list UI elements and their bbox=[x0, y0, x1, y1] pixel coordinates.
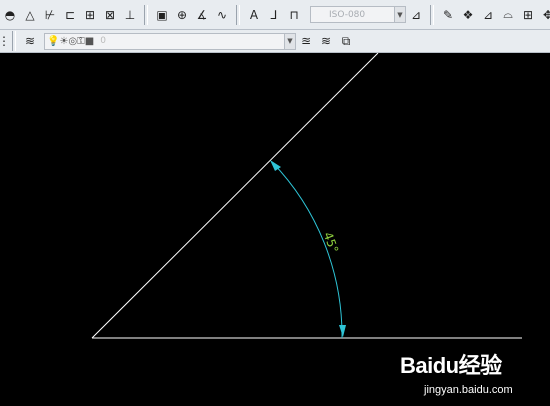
baidu-logo: Baidu经验 bbox=[400, 353, 502, 378]
toolbar-separator bbox=[236, 4, 240, 25]
layer-name: 0 bbox=[100, 36, 106, 46]
layer-state-icons: 💡☀◎⚿■ bbox=[47, 35, 95, 47]
layer-properties-icon[interactable]: ≋ bbox=[21, 32, 39, 50]
layer-manager-icon[interactable]: ≊ bbox=[297, 32, 315, 50]
jogged-dim-icon[interactable]: ∿ bbox=[213, 6, 231, 24]
dim-style-icon[interactable]: ⊓ bbox=[285, 6, 303, 24]
erase-icon[interactable]: ✎ bbox=[439, 6, 457, 24]
dimstyle-select[interactable]: ISO-080 ▼ bbox=[310, 6, 406, 23]
dimension-linear-icon[interactable]: ⊬ bbox=[41, 6, 59, 24]
tolerance-icon[interactable]: ▣ bbox=[153, 6, 171, 24]
watermark-url: jingyan.baidu.com bbox=[424, 384, 513, 396]
mirror-icon[interactable]: ⊿ bbox=[479, 6, 497, 24]
ellipse-arc-icon[interactable]: ◓ bbox=[1, 6, 19, 24]
dimension-baseline-icon[interactable]: ⊞ bbox=[81, 6, 99, 24]
dimension-continue-icon[interactable]: ⊠ bbox=[101, 6, 119, 24]
chevron-down-icon[interactable]: ▼ bbox=[394, 7, 405, 22]
angular-dim-icon[interactable]: ∡ bbox=[193, 6, 211, 24]
dimension-center-icon[interactable]: ⊥ bbox=[121, 6, 139, 24]
toolbar-separator bbox=[12, 31, 16, 51]
center-mark-icon[interactable]: ⊕ bbox=[173, 6, 191, 24]
toolbar-separator bbox=[430, 4, 434, 25]
array-icon[interactable]: ⊞ bbox=[519, 6, 537, 24]
layer-previous-icon[interactable]: ⧉ bbox=[337, 32, 355, 50]
move-icon[interactable]: ✥ bbox=[539, 6, 550, 24]
toolbar-separator bbox=[144, 4, 148, 25]
chevron-down-icon[interactable]: ▼ bbox=[284, 33, 295, 49]
dim-edit-icon[interactable]: ⅃ bbox=[265, 6, 283, 24]
make-current-icon[interactable]: ≋ bbox=[317, 32, 335, 50]
dimstyle-value: ISO-080 bbox=[329, 9, 366, 20]
toolbar-grip-icon[interactable]: ⋮ bbox=[0, 32, 10, 50]
dimension-aligned-icon[interactable]: ⊏ bbox=[61, 6, 79, 24]
text-icon[interactable]: A bbox=[245, 6, 263, 24]
dim-update-icon[interactable]: ⊿ bbox=[407, 6, 425, 24]
layers-toolbar: ⋮ ≋ 💡☀◎⚿■ 0 ▼ ≊ ≋ ⧉ bbox=[0, 30, 550, 53]
baidu-watermark: Baidu经验 jingyan.baidu.com bbox=[398, 348, 548, 404]
dimension-toolbar: ◓ △ ⊬ ⊏ ⊞ ⊠ ⊥ ▣ ⊕ ∡ ∿ A ⅃ ⊓ ISO-080 ▼ ⊿ … bbox=[0, 0, 550, 30]
layer-select[interactable]: 💡☀◎⚿■ 0 ▼ bbox=[44, 32, 296, 50]
offset-icon[interactable]: ⌓ bbox=[499, 6, 517, 24]
copy-icon[interactable]: ❖ bbox=[459, 6, 477, 24]
triangle-icon[interactable]: △ bbox=[21, 6, 39, 24]
